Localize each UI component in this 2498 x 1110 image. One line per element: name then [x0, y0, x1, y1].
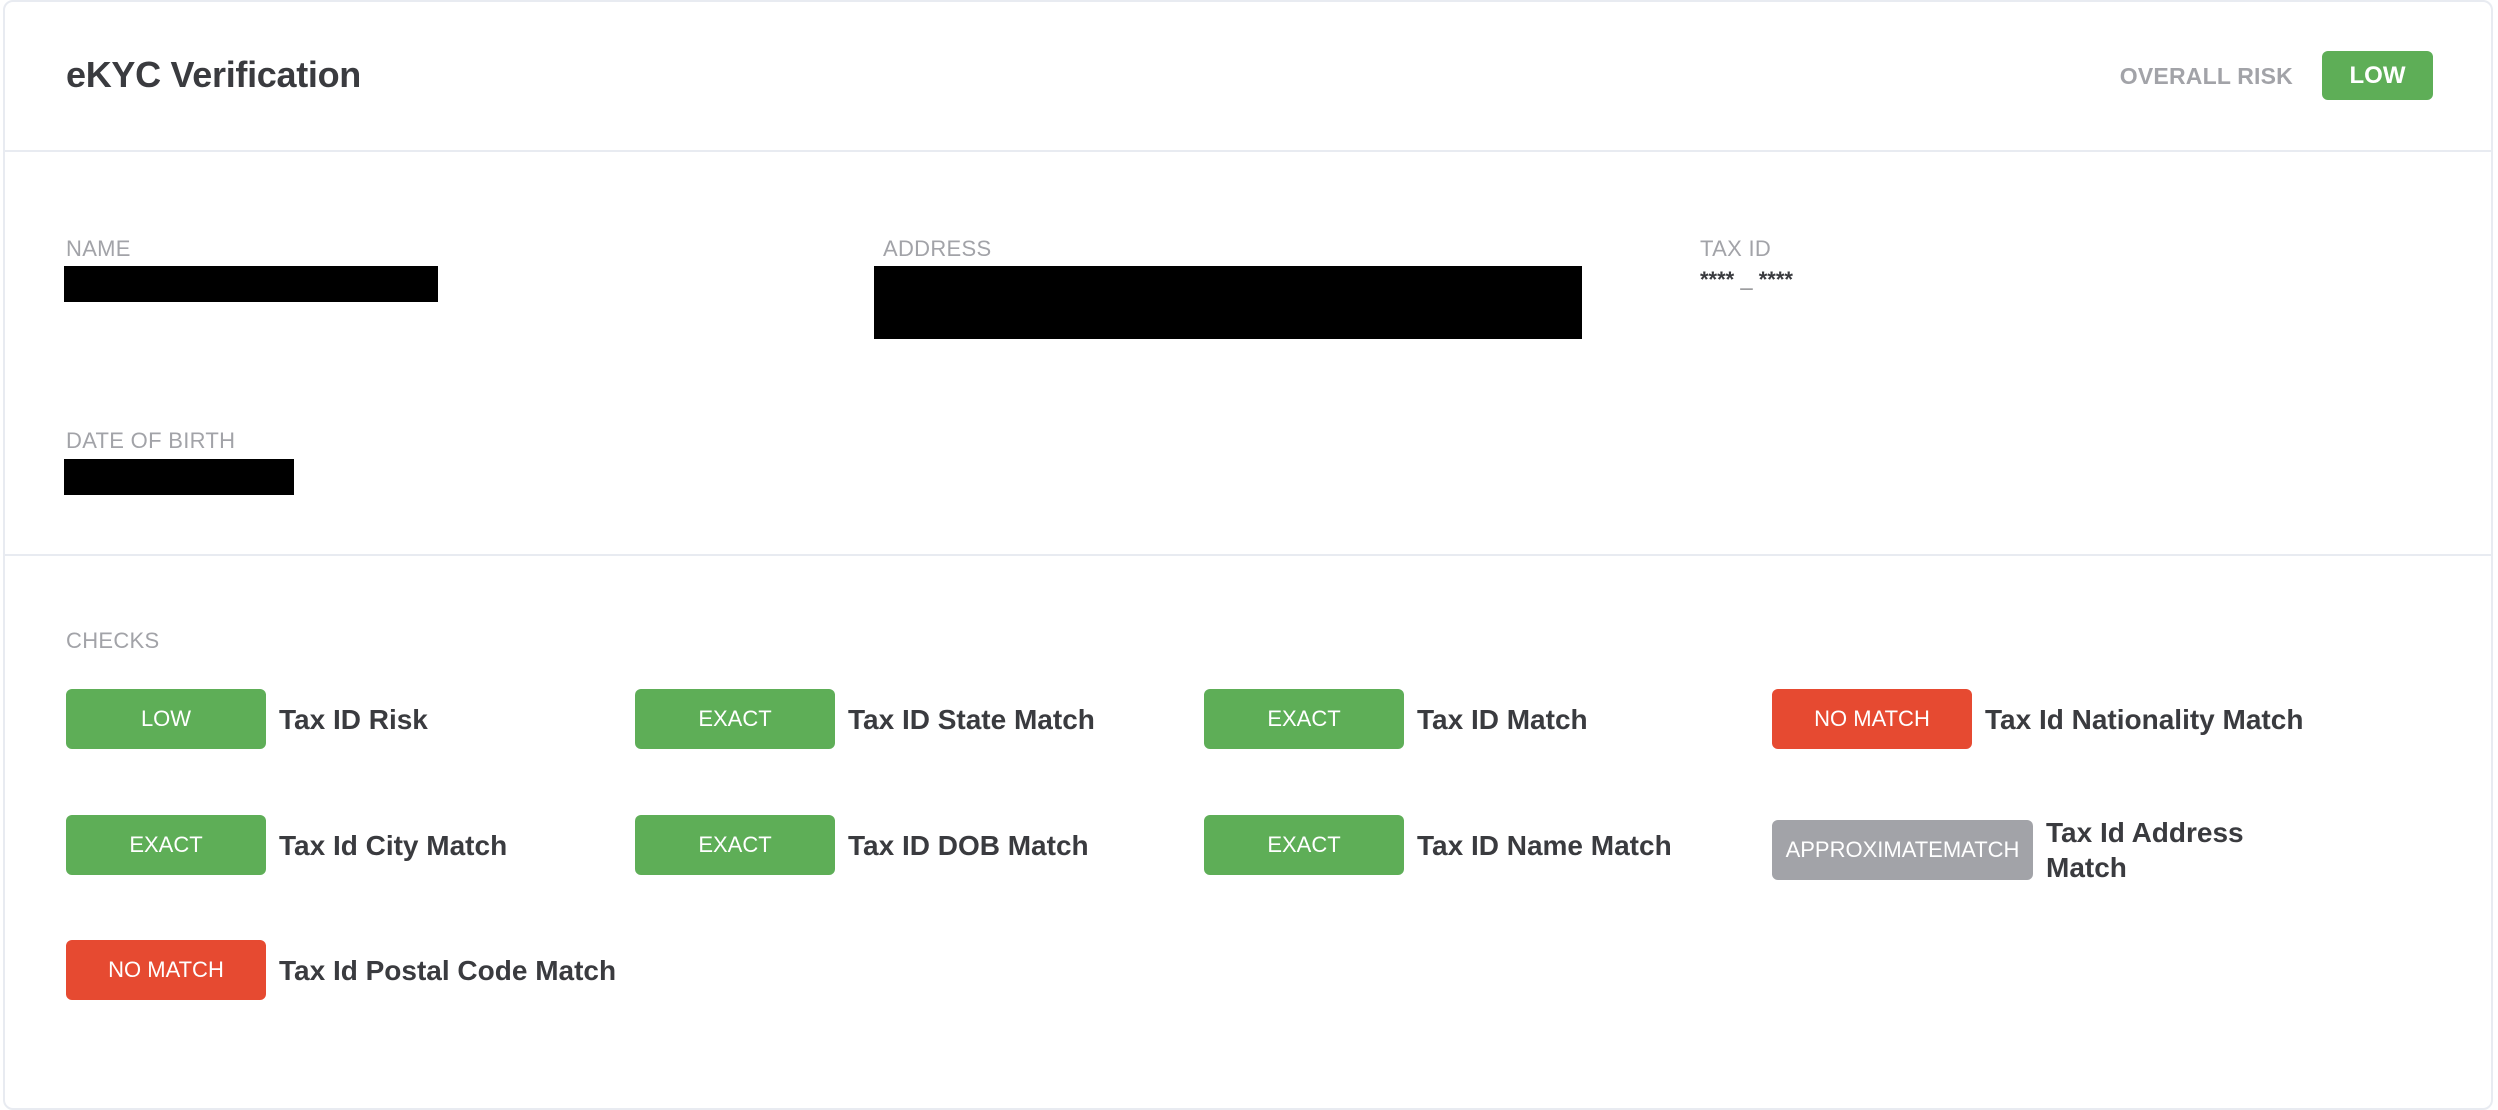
dob-value-redacted: [64, 459, 294, 495]
name-value-redacted: [64, 266, 438, 302]
check-label: Tax Id Address Match: [2046, 817, 2244, 883]
check-item-tax-id-postal-code-match: NO MATCH Tax Id Postal Code Match: [66, 940, 616, 1000]
address-value-redacted: [874, 266, 1582, 339]
personal-info-section: [5, 152, 2491, 556]
overall-risk-label: OVERALL RISK: [2119, 63, 2293, 89]
dob-label: DATE OF BIRTH: [66, 428, 236, 453]
tax-id-label: TAX ID: [1700, 236, 1772, 261]
page-title: eKYC Verification: [66, 54, 361, 95]
ekyc-card: eKYC Verification OVERALL RISK LOW NAME …: [3, 0, 2493, 1110]
card-header: eKYC Verification OVERALL RISK: [5, 2, 2491, 152]
check-item-tax-id-address-match: APPROXIMATEMATCH Tax Id Address Match: [1772, 815, 2266, 885]
check-label: Tax Id Postal Code Match: [279, 954, 617, 986]
overall-risk-badge: LOW: [2322, 51, 2433, 100]
check-status-badge: EXACT: [66, 815, 266, 875]
check-label: Tax ID Match: [1417, 703, 1588, 735]
check-item-tax-id-name-match: EXACT Tax ID Name Match: [1204, 815, 1672, 875]
check-label: Tax ID DOB Match: [848, 829, 1089, 861]
name-label: NAME: [66, 236, 131, 261]
tax-id-value: **** _ ****: [1700, 267, 1793, 292]
check-label: Tax ID Name Match: [1417, 829, 1672, 861]
check-status-badge: APPROXIMATEMATCH: [1772, 820, 2033, 880]
check-item-tax-id-state-match: EXACT Tax ID State Match: [635, 689, 1095, 749]
check-status-badge: NO MATCH: [66, 940, 266, 1000]
check-item-tax-id-risk: LOW Tax ID Risk: [66, 689, 428, 749]
checks-heading: CHECKS: [66, 628, 160, 653]
check-item-tax-id-city-match: EXACT Tax Id City Match: [66, 815, 507, 875]
address-label: ADDRESS: [883, 236, 992, 261]
check-status-badge: NO MATCH: [1772, 689, 1972, 749]
check-item-tax-id-dob-match: EXACT Tax ID DOB Match: [635, 815, 1089, 875]
check-label: Tax Id City Match: [279, 829, 508, 861]
check-item-tax-id-nationality-match: NO MATCH Tax Id Nationality Match: [1772, 689, 2303, 749]
check-label: Tax ID Risk: [279, 703, 428, 735]
check-status-badge: EXACT: [635, 689, 835, 749]
check-status-badge: EXACT: [1204, 815, 1404, 875]
check-label: Tax Id Nationality Match: [1985, 703, 2304, 735]
check-status-badge: EXACT: [635, 815, 835, 875]
check-label: Tax ID State Match: [848, 703, 1095, 735]
check-item-tax-id-match: EXACT Tax ID Match: [1204, 689, 1588, 749]
check-status-badge: LOW: [66, 689, 266, 749]
check-status-badge: EXACT: [1204, 689, 1404, 749]
